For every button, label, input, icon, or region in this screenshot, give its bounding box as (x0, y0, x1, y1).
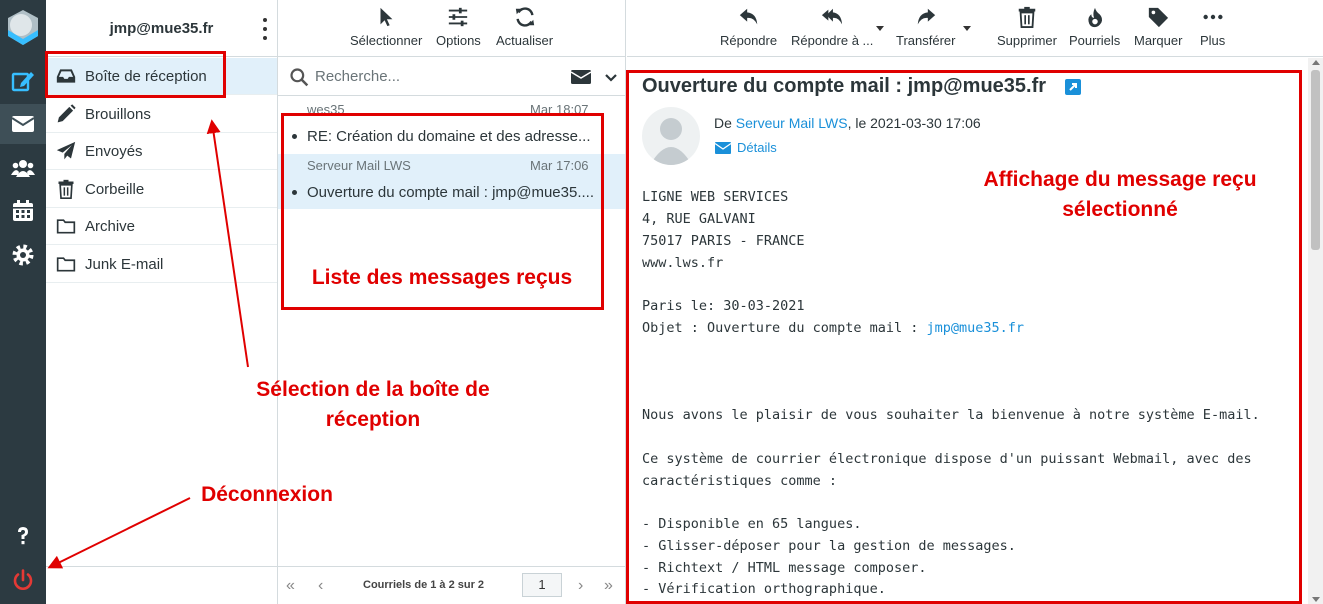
flame-icon (1088, 7, 1102, 28)
chevron-down-icon[interactable] (604, 71, 618, 85)
compose-nav[interactable] (0, 61, 46, 101)
message-display-annotation-line2: sélectionné (1062, 198, 1178, 221)
folder-label: Junk E-mail (85, 255, 164, 273)
scroll-down-icon[interactable] (1312, 597, 1320, 602)
folder-icon (56, 219, 76, 234)
delete-button[interactable]: Supprimer (997, 6, 1057, 48)
first-page-icon[interactable]: « (286, 577, 295, 595)
refresh-icon (515, 7, 534, 27)
envelope-icon[interactable] (571, 69, 591, 85)
pagination: « ‹ Courriels de 1 à 2 sur 2 1 › » (278, 566, 625, 604)
last-page-icon[interactable]: » (604, 577, 613, 595)
trash-icon (1018, 6, 1036, 28)
folder-icon (56, 257, 76, 272)
prev-page-icon[interactable]: ‹ (318, 577, 323, 595)
compose-icon (11, 72, 34, 92)
search-icon (290, 68, 309, 87)
mail-toolbar: Répondre Répondre à ... Transférer Suppr… (627, 0, 1323, 57)
roundcube-logo[interactable] (6, 8, 40, 48)
settings-nav[interactable] (0, 235, 46, 275)
message-display-highlight-box (626, 70, 1302, 604)
more-button[interactable]: Plus (1200, 6, 1225, 48)
reply-all-dropdown-icon[interactable] (876, 26, 884, 31)
calendar-nav[interactable] (0, 191, 46, 231)
question-icon (18, 527, 28, 545)
next-page-icon[interactable]: › (578, 577, 583, 595)
folder-label: Archive (85, 217, 136, 235)
folder-drafts[interactable]: Brouillons (46, 96, 277, 133)
mark-button[interactable]: Marquer (1134, 6, 1182, 48)
pencil-icon (57, 104, 76, 123)
message-display-annotation-line1: Affichage du message reçu (983, 168, 1257, 191)
spam-button[interactable]: Pourriels (1069, 6, 1120, 48)
forward-icon (917, 8, 935, 25)
envelope-icon (11, 116, 35, 132)
search-input[interactable]: Recherche... (315, 68, 400, 85)
calendar-icon (13, 200, 33, 221)
reading-scrollbar[interactable] (1308, 58, 1323, 604)
options-button[interactable]: Options (436, 6, 481, 48)
reply-icon (739, 8, 757, 25)
account-header: jmp@mue35.fr (46, 0, 277, 57)
more-dots-icon (1203, 14, 1223, 20)
forward-button[interactable]: Transférer (896, 6, 955, 48)
reply-all-button[interactable]: Répondre à ... (791, 6, 873, 48)
help-nav[interactable] (0, 516, 46, 556)
mail-nav[interactable] (0, 104, 46, 144)
refresh-button[interactable]: Actualiser (496, 6, 553, 48)
inbox-annotation-line1: Sélection de la boîte de (256, 378, 490, 401)
select-button[interactable]: Sélectionner (350, 6, 422, 48)
folder-sent[interactable]: Envoyés (46, 133, 277, 170)
logout-button[interactable] (0, 560, 46, 600)
account-email: jmp@mue35.fr (109, 19, 214, 37)
app-sidebar (0, 0, 46, 604)
contacts-nav[interactable] (0, 148, 46, 188)
folder-label: Brouillons (85, 105, 151, 123)
forward-dropdown-icon[interactable] (963, 26, 971, 31)
logout-annotation: Déconnexion (201, 483, 333, 506)
list-toolbar: Sélectionner Options Actualiser (278, 0, 625, 57)
message-count: Courriels de 1 à 2 sur 2 (363, 579, 485, 591)
tag-icon (1149, 7, 1169, 28)
folder-archive[interactable]: Archive (46, 208, 277, 245)
inbox-annotation-line2: réception (325, 408, 421, 431)
gear-icon (12, 244, 34, 266)
contacts-icon (11, 160, 35, 177)
folder-label: Envoyés (85, 142, 143, 160)
trash-icon (58, 179, 74, 199)
sliders-icon (449, 7, 468, 27)
paper-plane-icon (56, 141, 76, 160)
search-bar[interactable]: Recherche... (278, 58, 625, 96)
inbox-highlight-box (45, 51, 226, 98)
power-icon (13, 569, 33, 590)
scroll-thumb[interactable] (1311, 70, 1320, 250)
message-list-annotation: Liste des messages reçus (311, 266, 573, 289)
page-number-input[interactable]: 1 (522, 573, 562, 597)
reply-button[interactable]: Répondre (720, 6, 777, 48)
folder-junk[interactable]: Junk E-mail (46, 246, 277, 283)
folder-label: Corbeille (85, 180, 145, 198)
folder-footer (46, 566, 277, 604)
scroll-up-icon[interactable] (1312, 60, 1320, 65)
folder-trash[interactable]: Corbeille (46, 171, 277, 208)
account-menu-icon[interactable] (261, 18, 269, 40)
reply-all-icon (822, 8, 843, 25)
cursor-icon (380, 7, 393, 27)
